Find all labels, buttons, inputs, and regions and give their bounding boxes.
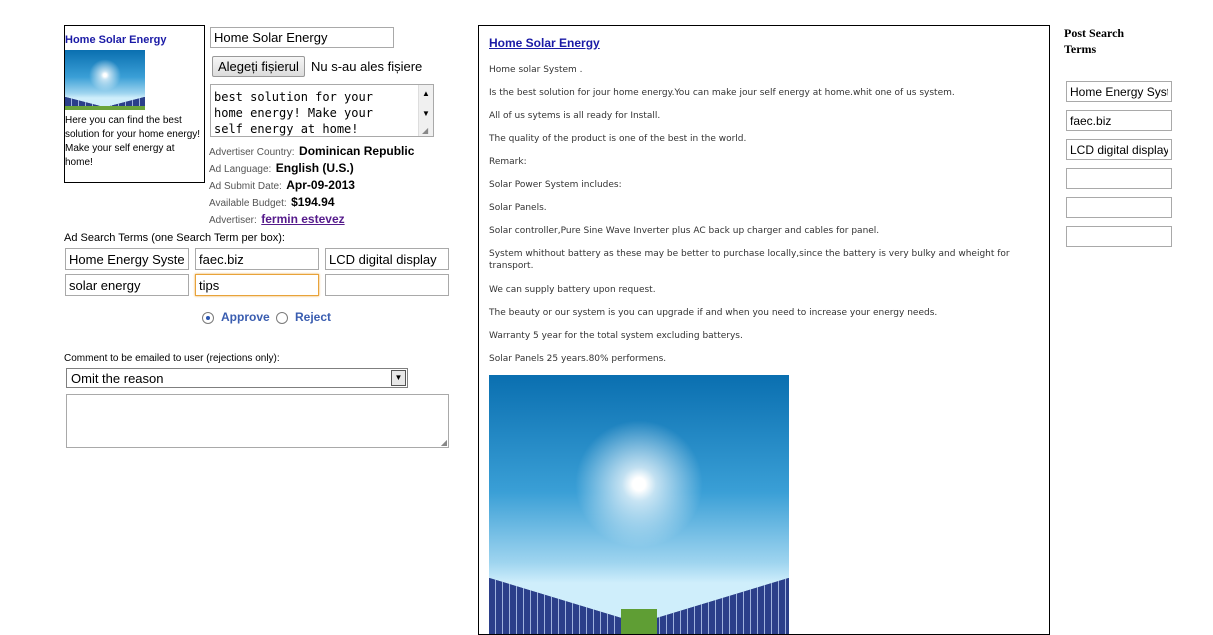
post-search-term-input[interactable]: [1066, 226, 1172, 247]
preview-paragraph: We can supply battery upon request.: [489, 285, 656, 295]
preview-solar-image: [489, 375, 789, 634]
approve-radio[interactable]: [202, 312, 214, 324]
preview-paragraph: Solar Panels.: [489, 203, 547, 213]
budget-value: $194.94: [291, 195, 335, 209]
language-value: English (U.S.): [275, 161, 354, 175]
reason-select-value: Omit the reason: [71, 371, 164, 386]
preview-paragraph: All of us sytems is all ready for Instal…: [489, 111, 661, 121]
preview-paragraph: Remark:: [489, 157, 527, 167]
submit-date-label: Ad Submit Date:: [209, 181, 282, 192]
ad-title[interactable]: Home Solar Energy: [65, 34, 166, 46]
search-term-input[interactable]: [195, 248, 319, 270]
grass-strip: [621, 609, 657, 634]
language-label: Ad Language:: [209, 164, 272, 175]
approve-label[interactable]: Approve: [221, 310, 270, 324]
chevron-down-icon[interactable]: ▼: [391, 370, 406, 386]
search-term-input[interactable]: [195, 274, 319, 296]
preview-paragraph: Solar controller,Pure Sine Wave Inverter…: [489, 226, 880, 236]
scroll-up-icon[interactable]: ▲: [422, 89, 430, 98]
preview-title-link[interactable]: Home Solar Energy: [489, 36, 600, 50]
preview-paragraph: Solar Power System includes:: [489, 180, 622, 190]
preview-paragraph: System whithout battery as these may be …: [489, 249, 1010, 271]
preview-paragraph: The quality of the product is one of the…: [489, 134, 747, 144]
comment-label: Comment to be emailed to user (rejection…: [64, 353, 280, 364]
submit-date-value: Apr-09-2013: [286, 178, 355, 192]
preview-paragraph: Solar Panels 25 years.80% performens.: [489, 354, 667, 364]
post-search-term-input[interactable]: [1066, 110, 1172, 131]
file-status: Nu s-au ales fișiere: [311, 59, 423, 74]
ad-description-text: best solution for your home energy! Make…: [214, 90, 373, 136]
search-term-input[interactable]: [65, 274, 189, 296]
choose-file-button[interactable]: Alegeți fișierul: [212, 56, 305, 77]
textarea-scrollbar[interactable]: ▲ ▼ ◢: [418, 85, 433, 136]
ad-preview-box: Home Solar Energy Here you can find the …: [64, 25, 205, 183]
reject-label[interactable]: Reject: [295, 310, 331, 324]
preview-paragraph: Is the best solution for jour home energ…: [489, 88, 955, 98]
post-search-term-input[interactable]: [1066, 197, 1172, 218]
scroll-down-icon[interactable]: ▼: [422, 109, 430, 118]
search-term-input[interactable]: [65, 248, 189, 270]
post-search-term-input[interactable]: [1066, 81, 1172, 102]
ad-solar-image: [65, 50, 145, 110]
advertiser-info: Advertiser Country: Dominican Republic A…: [209, 143, 414, 228]
post-search-term-input[interactable]: [1066, 139, 1172, 160]
preview-paragraph: Home solar System .: [489, 65, 583, 75]
post-search-term-input[interactable]: [1066, 168, 1172, 189]
reason-select[interactable]: Omit the reason ▼: [66, 368, 408, 388]
country-value: Dominican Republic: [299, 144, 415, 158]
preview-paragraph: Warranty 5 year for the total system exc…: [489, 331, 743, 341]
advertiser-label: Advertiser:: [209, 215, 257, 226]
reject-radio[interactable]: [276, 312, 288, 324]
ad-title-input[interactable]: [210, 27, 394, 48]
post-search-title: Post Search Terms: [1064, 26, 1125, 56]
resize-grip-icon[interactable]: ◢: [422, 126, 428, 135]
search-terms-label: Ad Search Terms (one Search Term per box…: [64, 232, 285, 244]
ad-description-textarea[interactable]: best solution for your home energy! Make…: [210, 84, 434, 137]
country-label: Advertiser Country:: [209, 147, 295, 158]
comment-textarea[interactable]: ◢: [66, 394, 449, 448]
search-term-input[interactable]: [325, 274, 449, 296]
advertiser-link[interactable]: fermin estevez: [261, 212, 344, 226]
resize-grip-icon[interactable]: ◢: [441, 438, 447, 447]
search-term-input[interactable]: [325, 248, 449, 270]
ad-text: Here you can find the best solution for …: [65, 115, 201, 168]
approve-radio-dot: [206, 316, 210, 320]
budget-label: Available Budget:: [209, 198, 287, 209]
preview-paragraph: The beauty or our system is you can upgr…: [489, 308, 938, 318]
ad-landing-preview: Home Solar Energy Home solar System . Is…: [478, 25, 1050, 635]
